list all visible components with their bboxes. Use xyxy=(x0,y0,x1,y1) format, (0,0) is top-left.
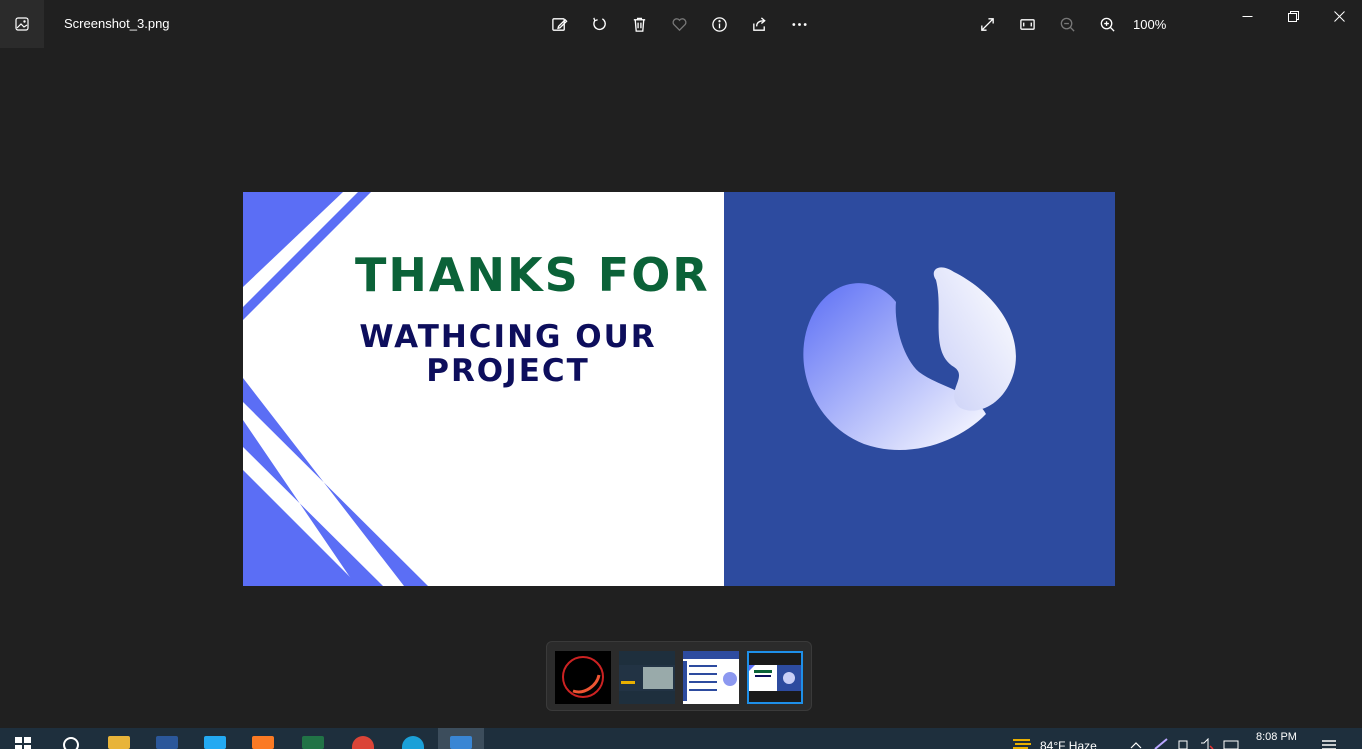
clock-time[interactable]: 8:08 PM xyxy=(1256,731,1297,743)
favorite-icon[interactable] xyxy=(667,12,691,36)
weather-icon[interactable] xyxy=(1012,737,1032,749)
displayed-image[interactable]: THANKS FOR WATHCING OUR PROJECT xyxy=(243,192,1115,586)
rotate-icon[interactable] xyxy=(587,12,611,36)
word-icon[interactable] xyxy=(144,728,190,749)
file-name: Screenshot_3.png xyxy=(64,16,170,31)
zoom-out-icon[interactable] xyxy=(1055,12,1079,36)
thumbnail[interactable] xyxy=(619,651,675,704)
title-bar: Screenshot_3.png 100% xyxy=(0,0,1362,48)
zoom-level[interactable]: 100% xyxy=(1133,17,1166,32)
language-icon[interactable] xyxy=(1222,739,1240,749)
excel-icon[interactable] xyxy=(290,728,336,749)
edge-icon[interactable] xyxy=(390,728,436,749)
slide-logo-icon xyxy=(803,267,1016,451)
search-icon[interactable] xyxy=(48,728,94,749)
xampp-icon[interactable] xyxy=(240,728,286,749)
close-icon[interactable] xyxy=(1327,6,1351,26)
share-icon[interactable] xyxy=(747,12,771,36)
pen-icon[interactable] xyxy=(1153,738,1169,749)
info-icon[interactable] xyxy=(707,12,731,36)
start-icon[interactable] xyxy=(0,728,46,749)
thumbnail[interactable] xyxy=(683,651,739,704)
slide-subheading: WATHCING OUR PROJECT xyxy=(359,319,657,389)
chrome-icon[interactable] xyxy=(340,728,386,749)
thumbnail[interactable] xyxy=(555,651,611,704)
photos-app-icon xyxy=(0,0,44,48)
photos-icon[interactable] xyxy=(438,728,484,749)
edit-icon[interactable] xyxy=(547,12,571,36)
slide-heading: THANKS FOR xyxy=(355,248,710,302)
chevron-up-icon[interactable] xyxy=(1130,741,1142,749)
delete-icon[interactable] xyxy=(627,12,651,36)
slide-right-panel xyxy=(724,192,1115,586)
taskbar: 84°F Haze 8:08 PM xyxy=(0,728,1362,749)
thumbnail[interactable] xyxy=(747,651,803,704)
zoom-in-icon[interactable] xyxy=(1095,12,1119,36)
notifications-icon[interactable] xyxy=(1320,740,1338,749)
volume-icon[interactable] xyxy=(1199,738,1215,749)
filmstrip xyxy=(546,641,812,711)
vscode-icon[interactable] xyxy=(192,728,238,749)
slide-left-panel: THANKS FOR WATHCING OUR PROJECT xyxy=(243,192,724,586)
file-explorer-icon[interactable] xyxy=(96,728,142,749)
network-icon[interactable] xyxy=(1176,738,1190,749)
minimize-icon[interactable] xyxy=(1235,6,1259,26)
image-icon xyxy=(15,17,29,31)
fit-icon[interactable] xyxy=(1015,12,1039,36)
weather-text[interactable]: 84°F Haze xyxy=(1040,739,1097,749)
fullscreen-icon[interactable] xyxy=(975,12,999,36)
restore-icon[interactable] xyxy=(1281,6,1305,26)
more-icon[interactable] xyxy=(787,12,811,36)
